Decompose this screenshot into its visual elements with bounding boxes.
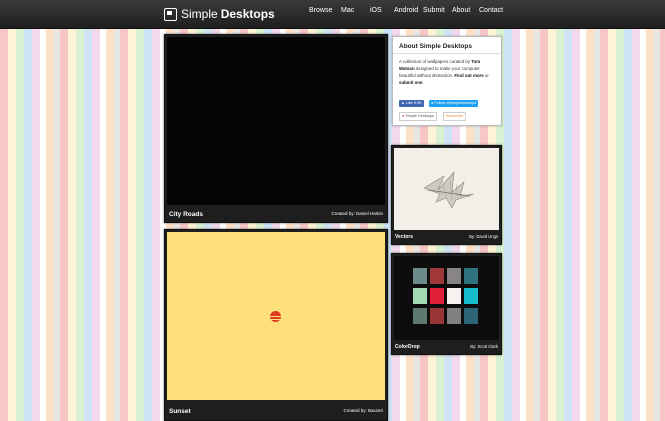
nav-ios[interactable]: iOS xyxy=(370,7,382,14)
twitter-bird-icon: ● xyxy=(431,101,434,105)
wallpaper-credit: Created by: Baxzeri xyxy=(343,408,383,413)
color-swatch xyxy=(464,288,478,304)
wallpaper-card-city-roads[interactable]: City Roads Created by: Daniel Harkin xyxy=(164,34,388,223)
wallpaper-title[interactable]: ColorDrop xyxy=(395,344,420,350)
wallpaper-thumbnail[interactable] xyxy=(167,37,385,205)
wallpaper-caption: Vectors By: David Ungs xyxy=(392,230,501,244)
vector-art-graphic xyxy=(423,171,475,209)
nav-mac[interactable]: Mac xyxy=(341,7,354,14)
wallpaper-credit: By: Scott Clark xyxy=(470,344,498,349)
monitor-icon xyxy=(164,7,177,21)
logo-bold-text: Desktops xyxy=(220,7,275,21)
nav-contact[interactable]: Contact xyxy=(479,7,503,14)
thumbs-up-icon: ▲ xyxy=(401,101,405,105)
color-swatch xyxy=(413,268,427,284)
wallpaper-credit: Created by: Daniel Harkin xyxy=(331,211,383,216)
wallpaper-caption: Sunset Created by: Baxzeri xyxy=(165,403,387,419)
nav-browse[interactable]: Browse xyxy=(309,7,332,14)
nav-android[interactable]: Android xyxy=(394,7,418,14)
find-out-more-link[interactable]: Find out more xyxy=(454,73,483,78)
nav-about[interactable]: About xyxy=(452,7,470,14)
sun-graphic xyxy=(270,311,281,322)
color-swatch xyxy=(430,308,444,324)
color-swatch xyxy=(464,308,478,324)
about-panel: About Simple Desktops A collection of wa… xyxy=(392,36,502,126)
source-link-button[interactable]: ● Simple Desktops xyxy=(399,112,437,121)
divider xyxy=(393,53,501,54)
wallpaper-card-colordrop[interactable]: ColorDrop By: Scott Clark xyxy=(391,253,502,355)
rss-icon: ● xyxy=(402,114,405,118)
wallpaper-caption: City Roads Created by: Daniel Harkin xyxy=(165,206,387,222)
color-swatch xyxy=(447,288,461,304)
wallpaper-thumbnail[interactable] xyxy=(394,148,499,230)
wallpaper-card-sunset[interactable]: Sunset Created by: Baxzeri xyxy=(164,229,388,421)
about-title: About Simple Desktops xyxy=(399,43,472,50)
submit-one-link[interactable]: submit one xyxy=(399,80,422,85)
twitter-follow-button[interactable]: ● Follow @simpledesktops xyxy=(429,100,479,107)
color-swatch xyxy=(430,288,444,304)
subscribe-button[interactable]: Subscribe xyxy=(443,112,466,121)
wallpaper-credit: By: David Ungs xyxy=(469,234,498,239)
color-swatch xyxy=(413,288,427,304)
nav-submit[interactable]: Submit xyxy=(423,7,445,14)
wallpaper-title[interactable]: Vectors xyxy=(395,234,413,240)
logo-light-text: Simple xyxy=(181,7,218,21)
color-swatch xyxy=(447,268,461,284)
color-swatch xyxy=(413,308,427,324)
wallpaper-thumbnail[interactable] xyxy=(394,256,499,340)
top-navigation-bar: Simple Desktops Browse Mac iOS Android S… xyxy=(0,0,665,29)
wallpaper-caption: ColorDrop By: Scott Clark xyxy=(392,340,501,354)
color-swatch xyxy=(464,268,478,284)
site-logo[interactable]: Simple Desktops xyxy=(164,4,275,24)
wallpaper-thumbnail[interactable] xyxy=(167,232,385,400)
wallpaper-title[interactable]: City Roads xyxy=(169,211,203,218)
color-swatch xyxy=(447,308,461,324)
about-description: A collection of wallpapers curated by To… xyxy=(399,59,489,85)
facebook-like-button[interactable]: ▲ Like 9.9K xyxy=(399,100,424,107)
wallpaper-card-vectors[interactable]: Vectors By: David Ungs xyxy=(391,145,502,245)
color-swatch xyxy=(430,268,444,284)
